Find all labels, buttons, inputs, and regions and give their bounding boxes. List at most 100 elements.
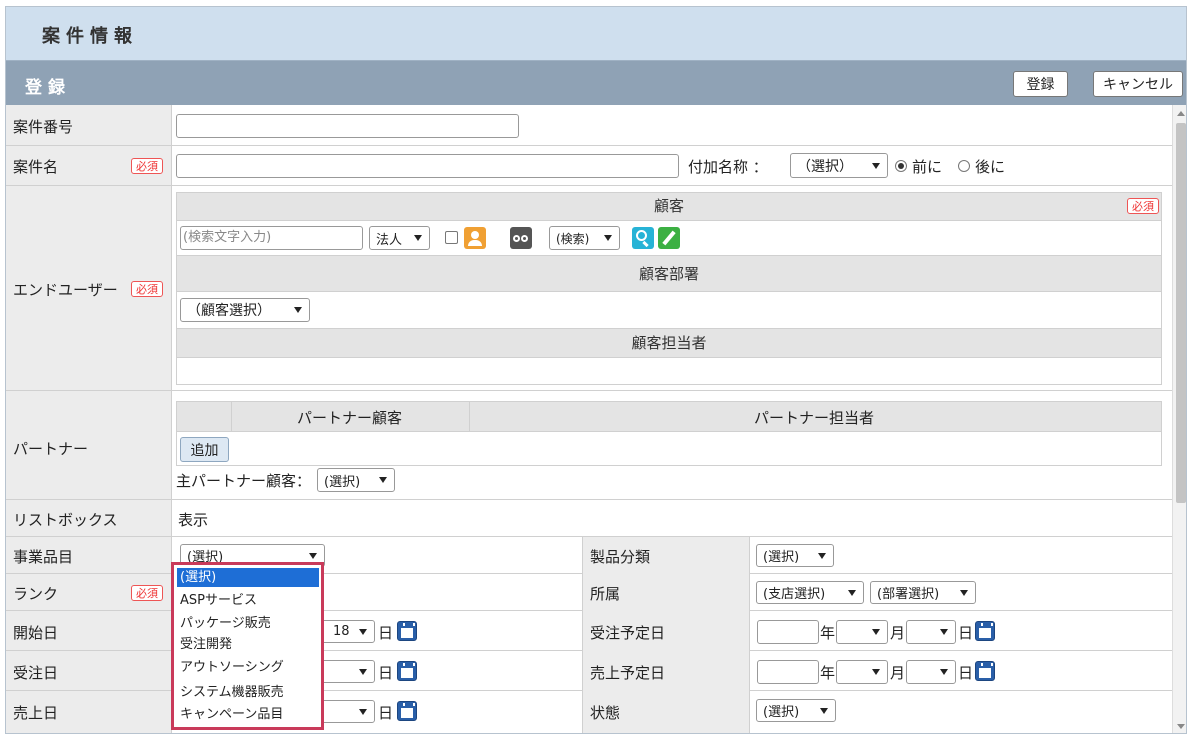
calendar-icon[interactable] [397,661,417,681]
department-select-affiliation[interactable]: (部署選択) [870,581,976,604]
label-cell: ランク 必須 [6,574,172,610]
chevron-down-icon [848,589,856,596]
chevron-down-icon [940,669,948,675]
binoculars-icon[interactable] [510,227,532,249]
order-date-label: 受注日 [13,664,59,682]
day-unit: 日 [958,664,974,682]
month-unit: 月 [890,624,906,642]
suffix-label: 付加名称 ： [688,158,768,176]
dropdown-option[interactable]: ASPサービス [177,591,319,610]
row-end-user: エンドユーザー 必須 顧客 必須 (検索文字入力) 法人 (検索) 顧客部署 （… [6,186,1172,391]
branch-select[interactable]: (支店選択) [756,581,864,604]
month-unit: 月 [890,664,906,682]
dropdown-option[interactable]: (選択) [177,568,319,587]
register-button[interactable]: 登録 [1013,71,1068,97]
sales-date-label: 売上日 [13,704,59,722]
dropdown-option[interactable]: パッケージ販売 [177,614,319,633]
listbox-value: 表示 [178,511,209,529]
section-title: 登録 [25,78,71,98]
scroll-down-icon[interactable] [1177,724,1185,729]
label-cell: 売上日 [6,691,172,733]
chevron-down-icon [414,235,422,241]
label-cell: 案件名 必須 [6,146,172,185]
end-user-label: エンドユーザー [13,281,118,299]
customer-header-text: 顧客 [653,197,684,215]
edit-pencil-icon[interactable] [658,227,680,249]
chevron-down-icon [359,628,367,635]
year-unit: 年 [820,664,836,682]
start-date-label: 開始日 [13,624,59,642]
search-mode-value: (検索) [556,231,590,246]
calendar-icon[interactable] [397,621,417,641]
radio-after-label: 後に [975,158,1006,176]
status-select[interactable]: (選択) [756,699,836,722]
product-category-value: (選択) [763,550,800,565]
radio-before[interactable] [895,160,907,172]
chevron-down-icon [818,552,826,559]
chevron-down-icon [820,707,828,714]
calendar-icon[interactable] [397,701,417,721]
radio-after[interactable] [958,160,970,172]
required-badge: 必須 [131,585,163,601]
sales-planned-year-input[interactable] [757,660,819,684]
case-number-input[interactable] [176,114,519,138]
case-name-input[interactable] [176,154,679,178]
dropdown-option[interactable]: システム機器販売 [177,683,319,702]
chevron-down-icon [604,235,612,241]
customer-type-select[interactable]: 法人 [369,226,430,250]
start-day-value: 18 [333,624,350,639]
row-case-number: 案件番号 [6,105,1172,146]
partner-table: パートナー顧客 パートナー担当者 追加 [176,401,1162,466]
case-name-label: 案件名 [13,158,59,176]
case-number-label: 案件番号 [13,118,74,136]
person-icon[interactable] [464,227,486,249]
chevron-down-icon [940,629,948,635]
calendar-icon[interactable] [975,621,995,641]
partner-customer-col: パートナー顧客 [297,409,403,427]
label-cell: 開始日 [6,611,172,650]
search-mode-select[interactable]: (検索) [549,226,620,250]
chevron-down-icon [872,162,880,169]
search-icon[interactable] [632,227,654,249]
partner-table-header: パートナー顧客 パートナー担当者 [177,402,1161,432]
label-cell: 事業品目 [6,537,172,573]
order-planned-year-input[interactable] [757,620,819,644]
partner-contact-col: パートナー担当者 [754,409,875,427]
corporate-checkbox[interactable] [445,231,458,244]
scroll-thumb[interactable] [1176,123,1186,503]
order-planned-month-select[interactable] [836,620,888,644]
calendar-icon[interactable] [975,661,995,681]
required-badge: 必須 [131,281,163,297]
label-cell: 状態 [582,691,750,733]
order-planned-day-select[interactable] [906,620,956,644]
sales-planned-day-select[interactable] [906,660,956,684]
year-unit: 年 [820,624,836,642]
affiliation-dept-value: (部署選択) [877,587,940,602]
day-unit: 日 [378,664,394,682]
day-unit: 日 [378,704,394,722]
row-partner: パートナー パートナー顧客 パートナー担当者 追加 主パートナー顧客： (選択) [6,391,1172,500]
label-cell: 案件番号 [6,105,172,145]
main-partner-value: (選択) [324,474,361,490]
product-category-label: 製品分類 [590,548,651,566]
dropdown-option[interactable]: キャンペーン品目 [177,705,319,724]
chevron-down-icon [309,552,317,559]
dropdown-option[interactable]: アウトソーシング [177,658,319,677]
suffix-select[interactable]: （選択） [790,153,888,178]
page-title: 案件情報 [42,26,138,47]
status-label: 状態 [590,704,621,722]
sales-planned-month-select[interactable] [836,660,888,684]
department-select[interactable]: （顧客選択） [180,298,310,322]
product-category-select[interactable]: (選択) [756,544,834,567]
scroll-up-icon[interactable] [1177,111,1185,116]
add-partner-button[interactable]: 追加 [180,437,229,462]
chevron-down-icon [960,589,968,596]
chevron-down-icon [359,708,367,715]
label-cell: 製品分類 [582,537,750,574]
customer-search-input[interactable]: (検索文字入力) [180,226,363,250]
dropdown-option[interactable]: 受注開発 [177,635,319,654]
scrollbar[interactable] [1172,105,1186,733]
rank-label: ランク [13,585,59,603]
cancel-button[interactable]: キャンセル [1093,71,1183,97]
main-partner-select[interactable]: (選択) [317,468,395,492]
